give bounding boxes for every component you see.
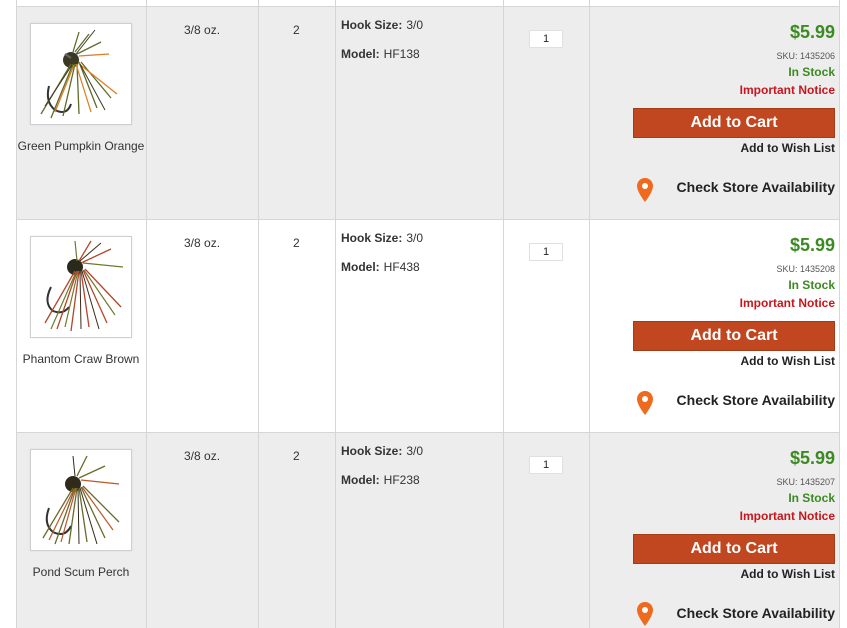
add-to-wish-list-link[interactable]: Add to Wish List (740, 354, 835, 368)
hook-size-label: Hook Size: (341, 18, 403, 32)
row-divider (16, 219, 840, 220)
jig-image (44, 240, 124, 332)
weight-value: 3/8 oz. (184, 449, 221, 463)
buy-box: $5.99 SKU: 1435206 In Stock Important No… (616, 7, 835, 220)
model-spec: Model: HF238 (341, 473, 420, 487)
hook-size-label: Hook Size: (341, 444, 403, 458)
jig-image (40, 29, 118, 119)
add-to-wish-list-link[interactable]: Add to Wish List (740, 141, 835, 155)
sku: SKU: 1435206 (776, 51, 835, 61)
buy-box: $5.99 SKU: 1435208 In Stock Important No… (616, 220, 835, 433)
count-value: 2 (293, 449, 300, 463)
sku: SKU: 1435208 (776, 264, 835, 274)
column-divider (146, 0, 147, 628)
add-to-wish-list-link[interactable]: Add to Wish List (740, 567, 835, 581)
model-value: HF438 (383, 260, 420, 274)
location-pin-icon (637, 602, 653, 626)
hook-size-value: 3/0 (406, 444, 424, 458)
model-value: HF238 (383, 473, 420, 487)
quantity-input[interactable]: 1 (529, 243, 563, 261)
color-name: Pond Scum Perch (32, 565, 130, 579)
location-pin-icon (637, 178, 653, 202)
product-variant-table: Green Pumpkin Orange 3/8 oz. 2 Hook Size… (16, 0, 840, 628)
column-divider (16, 0, 17, 628)
add-to-cart-button[interactable]: Add to Cart (633, 108, 835, 138)
hook-size-spec: Hook Size: 3/0 (341, 231, 423, 245)
column-divider (335, 0, 336, 628)
stock-status: In Stock (788, 278, 835, 292)
hook-size-label: Hook Size: (341, 231, 403, 245)
hook-size-value: 3/0 (406, 231, 424, 245)
model-spec: Model: HF138 (341, 47, 420, 61)
hook-size-spec: Hook Size: 3/0 (341, 444, 423, 458)
weight-value: 3/8 oz. (184, 236, 221, 250)
important-notice-link[interactable]: Important Notice (740, 83, 835, 97)
model-spec: Model: HF438 (341, 260, 420, 274)
product-thumbnail[interactable] (30, 236, 132, 338)
location-pin-icon (637, 391, 653, 415)
price: $5.99 (789, 22, 835, 42)
check-store-availability-link[interactable]: Check Store Availability (677, 179, 835, 195)
stock-status: In Stock (788, 65, 835, 79)
model-label: Model: (341, 473, 380, 487)
column-divider (839, 0, 840, 628)
product-row: Phantom Craw Brown 3/8 oz. 2 Hook Size: 3… (16, 220, 840, 433)
column-divider (503, 0, 504, 628)
price: $5.99 (789, 448, 835, 468)
stock-status: In Stock (788, 491, 835, 505)
column-divider (589, 0, 590, 628)
model-label: Model: (341, 47, 380, 61)
add-to-cart-button[interactable]: Add to Cart (633, 321, 835, 351)
count-value: 2 (293, 236, 300, 250)
buy-box: $5.99 SKU: 1435207 In Stock Important No… (616, 433, 835, 628)
weight-value: 3/8 oz. (184, 23, 221, 37)
check-store-availability-link[interactable]: Check Store Availability (677, 392, 835, 408)
sku: SKU: 1435207 (776, 477, 835, 487)
column-divider (258, 0, 259, 628)
color-name: Green Pumpkin Orange (17, 139, 145, 153)
quantity-input[interactable]: 1 (529, 456, 563, 474)
hook-size-spec: Hook Size: 3/0 (341, 18, 423, 32)
add-to-cart-button[interactable]: Add to Cart (633, 534, 835, 564)
color-name: Phantom Craw Brown (22, 352, 140, 366)
important-notice-link[interactable]: Important Notice (740, 296, 835, 310)
check-store-availability-link[interactable]: Check Store Availability (677, 605, 835, 621)
model-value: HF138 (383, 47, 420, 61)
row-divider (16, 432, 840, 433)
important-notice-link[interactable]: Important Notice (740, 509, 835, 523)
jig-image (42, 455, 120, 545)
price: $5.99 (789, 235, 835, 255)
product-row: Green Pumpkin Orange 3/8 oz. 2 Hook Size… (16, 7, 840, 220)
product-row: Pond Scum Perch 3/8 oz. 2 Hook Size: 3/0 … (16, 433, 840, 628)
product-thumbnail[interactable] (30, 449, 132, 551)
model-label: Model: (341, 260, 380, 274)
count-value: 2 (293, 23, 300, 37)
row-divider (16, 6, 840, 7)
hook-size-value: 3/0 (406, 18, 424, 32)
product-thumbnail[interactable] (30, 23, 132, 125)
quantity-input[interactable]: 1 (529, 30, 563, 48)
